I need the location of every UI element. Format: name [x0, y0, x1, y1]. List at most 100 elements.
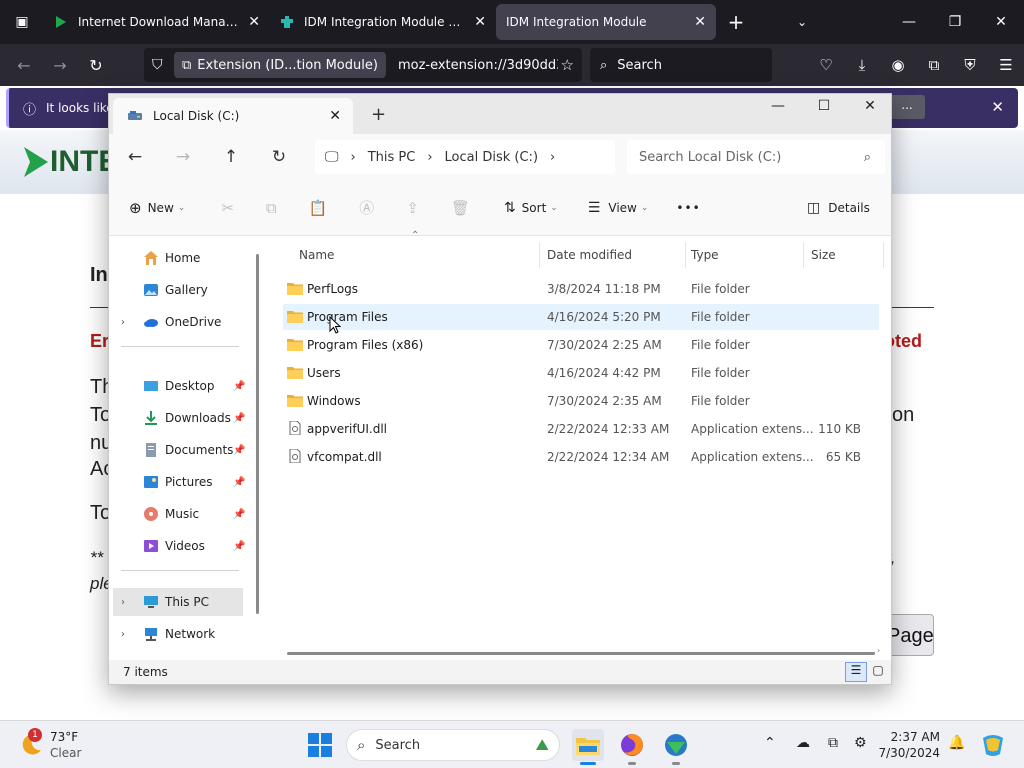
table-row[interactable]: Windows 7/30/2024 2:35 AM File folder	[283, 388, 879, 414]
url-bar[interactable]: ⛉ ⧉ Extension (ID...tion Module) moz-ext…	[144, 48, 582, 82]
column-header-name[interactable]: Name	[299, 248, 334, 268]
chevron-right-icon[interactable]: ›	[427, 150, 432, 165]
up-icon[interactable]: ↑	[207, 147, 255, 167]
file-explorer-taskbar-icon[interactable]	[572, 729, 604, 765]
sort-button[interactable]: ⇅ Sort ⌄	[504, 193, 558, 223]
cloud-offline-icon[interactable]: ☁	[796, 735, 810, 751]
pin-icon[interactable]: 📌	[233, 413, 245, 424]
pin-icon[interactable]: 📌	[233, 381, 245, 392]
notification-more-button[interactable]: ...	[889, 95, 925, 119]
forward-icon[interactable]: →	[42, 49, 78, 81]
browser-tab-3[interactable]: IDM Integration Module ✕	[496, 4, 716, 40]
table-row[interactable]: Users 4/16/2024 4:42 PM File folder	[283, 360, 879, 386]
column-header-type[interactable]: Type	[691, 248, 719, 268]
cut-icon[interactable]: ✂	[221, 193, 234, 223]
chevron-down-icon[interactable]: ⌄	[782, 15, 822, 29]
url-text[interactable]: moz-extension://3d90dd3	[398, 58, 558, 73]
close-tab-icon[interactable]: ✕	[694, 14, 706, 30]
monitor-icon[interactable]: 🖵	[325, 149, 339, 165]
sidebar-item-home[interactable]: Home	[117, 244, 247, 272]
pin-icon[interactable]: 📌	[233, 509, 245, 520]
start-button[interactable]	[304, 729, 336, 761]
column-divider[interactable]	[539, 242, 540, 268]
column-divider[interactable]	[685, 242, 686, 268]
column-header-size[interactable]: Size	[811, 248, 836, 268]
breadcrumb-local-disk[interactable]: Local Disk (C:)	[445, 150, 538, 165]
copy-icon[interactable]: ⧉	[266, 193, 277, 223]
close-window-icon[interactable]: ✕	[847, 98, 893, 124]
more-options-button[interactable]: •••	[676, 193, 700, 223]
sidebar-item-gallery[interactable]: Gallery	[117, 276, 247, 304]
close-tab-icon[interactable]: ✕	[248, 14, 260, 30]
close-tab-icon[interactable]: ✕	[474, 14, 486, 30]
close-tab-icon[interactable]: ✕	[329, 108, 341, 124]
explorer-search-input[interactable]: Search Local Disk (C:) ⌕	[627, 140, 885, 174]
minimize-icon[interactable]: —	[755, 98, 801, 124]
ublock-icon[interactable]: ⛨	[952, 56, 988, 74]
close-notification-icon[interactable]: ✕	[991, 98, 1004, 116]
sidebar-scrollbar[interactable]	[256, 254, 259, 614]
rename-icon[interactable]: Ⓐ	[359, 193, 374, 223]
language-icon[interactable]: ⚙	[854, 735, 867, 751]
pin-icon[interactable]: 📌	[233, 541, 245, 552]
pin-icon[interactable]: 📌	[233, 445, 245, 456]
details-view-icon[interactable]: ☰	[845, 662, 867, 682]
paste-icon[interactable]: 📋	[309, 193, 328, 223]
search-icon[interactable]: ⌕	[864, 150, 871, 165]
bookmark-star-icon[interactable]: ☆	[561, 56, 574, 74]
back-icon[interactable]: ←	[111, 147, 159, 167]
sidebar-item-videos[interactable]: Videos 📌	[117, 532, 247, 560]
chevron-right-icon[interactable]: ›	[121, 597, 125, 608]
details-button[interactable]: ◫ Details	[807, 193, 870, 223]
browser-tab-1[interactable]: Internet Download Manager is a ✕	[44, 4, 270, 40]
sidebar-item-pictures[interactable]: Pictures 📌	[117, 468, 247, 496]
sidebar-item-this-pc[interactable]: › This PC	[113, 588, 243, 616]
pocket-icon[interactable]: ♡	[808, 56, 844, 74]
column-divider[interactable]	[803, 242, 804, 268]
minimize-icon[interactable]: —	[886, 0, 932, 44]
maximize-icon[interactable]: ☐	[801, 98, 847, 124]
back-icon[interactable]: ←	[6, 49, 42, 81]
refresh-icon[interactable]: ↻	[255, 147, 303, 167]
idm-taskbar-icon[interactable]	[660, 729, 692, 765]
sidebar-item-desktop[interactable]: Desktop 📌	[117, 372, 247, 400]
forward-icon[interactable]: →	[159, 147, 207, 167]
table-row[interactable]: appverifUI.dll 2/22/2024 12:33 AM Applicat…	[283, 416, 879, 442]
new-button[interactable]: ⊕ New ⌄	[129, 193, 185, 223]
scroll-right-icon[interactable]: ›	[877, 646, 880, 655]
sidebar-item-network[interactable]: › Network	[117, 620, 247, 648]
menu-icon[interactable]: ☰	[988, 56, 1024, 74]
web-search-bar[interactable]: ⌕ Search	[590, 48, 772, 82]
shield-icon[interactable]: ⛉	[152, 57, 163, 73]
tab-list-icon[interactable]: ▣	[0, 0, 44, 44]
sidebar-item-documents[interactable]: Documents 📌	[117, 436, 247, 464]
table-row[interactable]: PerfLogs 3/8/2024 11:18 PM File folder	[283, 276, 879, 302]
horizontal-scrollbar[interactable]	[287, 652, 875, 655]
breadcrumb[interactable]: 🖵 › This PC › Local Disk (C:) ›	[315, 140, 615, 174]
weather-widget[interactable]: 1 73°F Clear	[18, 728, 81, 761]
sidebar-item-onedrive[interactable]: › OneDrive	[117, 308, 247, 336]
view-button[interactable]: ☰ View ⌄	[588, 193, 649, 223]
download-icon[interactable]: ⤓	[844, 56, 880, 74]
column-divider[interactable]	[883, 242, 884, 268]
pin-icon[interactable]: 📌	[233, 477, 245, 488]
new-tab-icon[interactable]: +	[371, 104, 386, 125]
chevron-right-icon[interactable]: ›	[550, 150, 555, 165]
share-icon[interactable]: ⇪	[406, 193, 419, 223]
table-row[interactable]: Program Files 4/16/2024 5:20 PM File folde…	[283, 304, 879, 330]
column-header-date[interactable]: Date modified	[547, 248, 632, 268]
table-row[interactable]: vfcompat.dll 2/22/2024 12:34 AM Applicatio…	[283, 444, 879, 470]
taskbar-search[interactable]: ⌕ Search ⛰	[346, 729, 560, 761]
table-row[interactable]: Program Files (x86) 7/30/2024 2:25 AM File…	[283, 332, 879, 358]
chevron-right-icon[interactable]: ›	[351, 150, 356, 165]
chevron-right-icon[interactable]: ›	[121, 317, 125, 328]
explorer-tab[interactable]: Local Disk (C:) ✕	[113, 98, 353, 134]
tiles-view-icon[interactable]: ▢	[867, 662, 889, 682]
copilot-icon[interactable]	[978, 729, 1008, 761]
browser-tab-2[interactable]: IDM Integration Module – Get t ✕	[270, 4, 496, 40]
display-icon[interactable]: ⧉	[828, 735, 838, 751]
close-window-icon[interactable]: ✕	[978, 0, 1024, 44]
breadcrumb-this-pc[interactable]: This PC	[368, 150, 416, 165]
sidebar-item-downloads[interactable]: Downloads 📌	[117, 404, 247, 432]
chevron-right-icon[interactable]: ›	[121, 629, 125, 640]
